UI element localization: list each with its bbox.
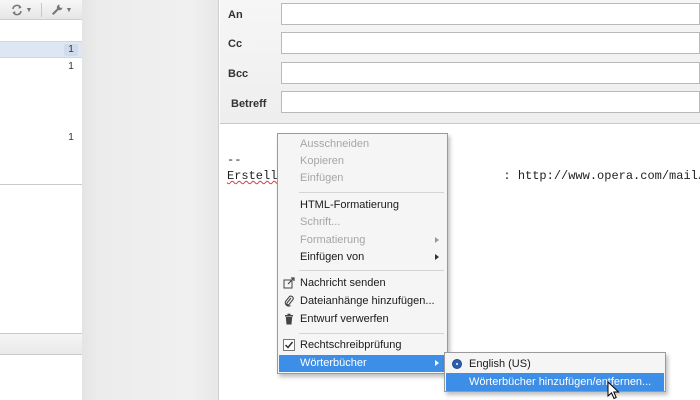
panel-gutter xyxy=(82,0,219,400)
context-menu: Ausschneiden Kopieren Einfügen HTML-Form… xyxy=(277,133,448,374)
menu-item-copy[interactable]: Kopieren xyxy=(279,153,446,170)
mouse-cursor-icon xyxy=(607,381,620,400)
unread-count-badge: 1 xyxy=(64,44,78,56)
dictionaries-submenu: English (US) Wörterbücher hinzufügen/ent… xyxy=(444,352,666,392)
tools-button[interactable]: ▼ xyxy=(46,2,76,18)
unread-count-badge: 1 xyxy=(68,61,74,72)
left-section-header[interactable] xyxy=(0,334,82,354)
chevron-right-icon xyxy=(435,360,439,366)
menu-item-attach[interactable]: Dateianhänge hinzufügen... xyxy=(279,293,446,310)
toolbar-divider xyxy=(41,3,42,17)
chevron-down-icon: ▼ xyxy=(25,6,33,14)
menu-separator xyxy=(299,270,444,271)
menu-item-cut[interactable]: Ausschneiden xyxy=(279,136,446,153)
folder-list: 1 1 1 xyxy=(0,20,82,184)
subject-field[interactable] xyxy=(281,91,700,113)
menu-item-paste[interactable]: Einfügen xyxy=(279,170,446,187)
sync-icon xyxy=(11,4,22,16)
menu-separator xyxy=(299,333,444,334)
left-bottom-list xyxy=(0,355,82,400)
chevron-down-icon: ▼ xyxy=(65,6,73,14)
checkbox-checked-icon xyxy=(283,339,295,351)
send-icon xyxy=(283,277,295,289)
wrench-icon xyxy=(51,4,63,15)
signature-link: : http://www.opera.com/mail/ xyxy=(503,169,700,183)
trash-icon xyxy=(285,313,293,325)
menu-item-dictionaries[interactable]: Wörterbücher xyxy=(279,355,446,372)
bcc-field[interactable] xyxy=(281,62,700,84)
chevron-right-icon xyxy=(435,237,439,243)
bcc-label: Bcc xyxy=(228,68,249,80)
radio-selected-icon xyxy=(452,359,462,369)
paperclip-icon xyxy=(284,295,294,307)
cc-field[interactable] xyxy=(281,32,700,54)
signature-separator: -- xyxy=(227,153,242,167)
unread-count-badge: 1 xyxy=(68,132,74,143)
signature-text: Erstell xyxy=(227,169,278,183)
submenu-item-english[interactable]: English (US) xyxy=(446,355,664,373)
left-panel: ▼ ▼ 1 1 1 xyxy=(0,0,82,400)
menu-item-formatting[interactable]: Formatierung xyxy=(279,232,446,249)
compose-header: An Cc Bcc Betreff xyxy=(220,0,700,124)
left-toolbar: ▼ ▼ xyxy=(0,0,82,20)
menu-item-send[interactable]: Nachricht senden xyxy=(279,275,446,292)
to-label: An xyxy=(228,9,243,21)
menu-item-insert-from[interactable]: Einfügen von xyxy=(279,249,446,266)
list-item[interactable]: 1 xyxy=(0,130,82,147)
menu-item-spellcheck[interactable]: Rechtschreibprüfung xyxy=(279,337,446,354)
submenu-item-manage-dictionaries[interactable]: Wörterbücher hinzufügen/entfernen... xyxy=(446,373,664,391)
menu-item-discard[interactable]: Entwurf verwerfen xyxy=(279,311,446,328)
sync-button[interactable]: ▼ xyxy=(6,2,36,18)
left-lower-list xyxy=(0,185,82,333)
chevron-right-icon xyxy=(435,254,439,260)
menu-item-font[interactable]: Schrift... xyxy=(279,214,446,231)
cc-label: Cc xyxy=(228,38,243,50)
menu-separator xyxy=(299,192,444,193)
list-item[interactable]: 1 xyxy=(0,41,82,58)
to-field[interactable] xyxy=(281,3,700,25)
list-item[interactable]: 1 xyxy=(0,59,82,76)
subject-label: Betreff xyxy=(231,98,267,110)
menu-item-html-format[interactable]: HTML-Formatierung xyxy=(279,197,446,214)
